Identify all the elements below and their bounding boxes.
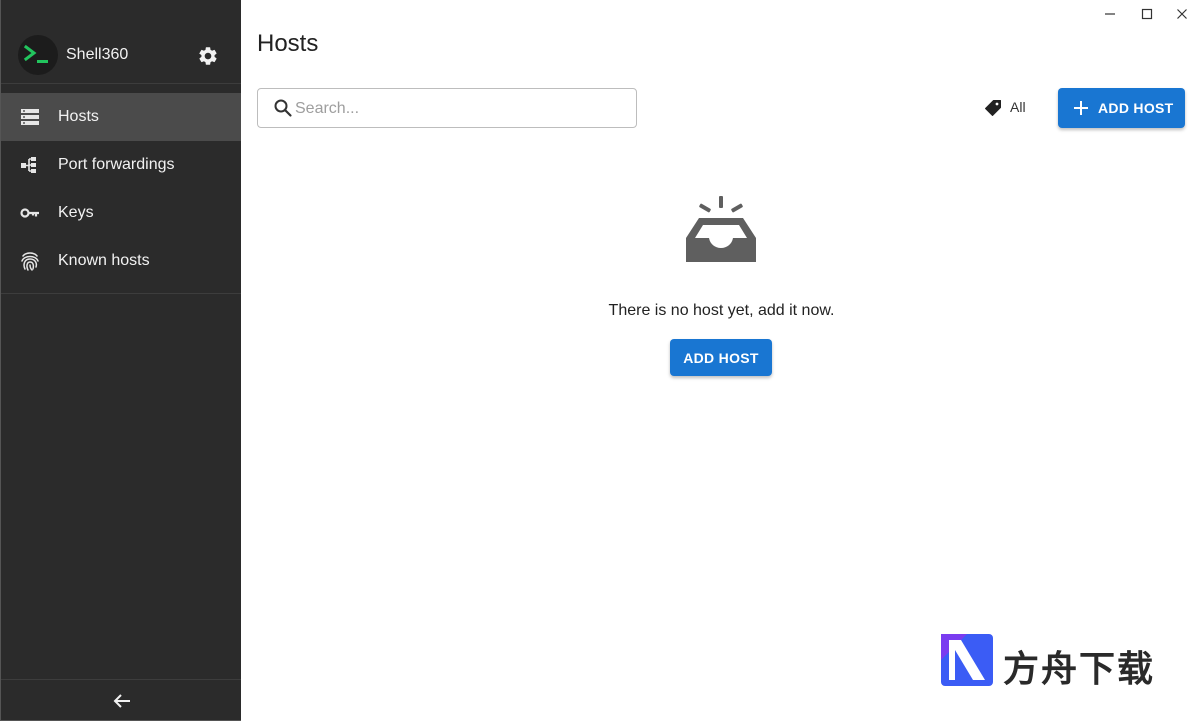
sidebar-item-known-hosts[interactable]: Known hosts: [1, 237, 241, 285]
add-host-button-label: ADD HOST: [683, 350, 759, 366]
window-close-button[interactable]: [1172, 4, 1192, 24]
sidebar-divider: [1, 293, 241, 294]
port-forward-icon: [19, 154, 41, 176]
settings-gear-icon[interactable]: [197, 45, 219, 67]
empty-state-message: There is no host yet, add it now.: [608, 302, 835, 319]
sidebar-footer: [1, 679, 241, 720]
add-host-button-label: ADD HOST: [1098, 100, 1174, 116]
search-input[interactable]: [295, 97, 625, 121]
brand-header: Shell360: [1, 0, 241, 84]
sidebar-item-label: Hosts: [58, 108, 99, 125]
sidebar-item-label: Keys: [58, 204, 94, 221]
sidebar-item-label: Port forwardings: [58, 156, 175, 173]
search-field[interactable]: [257, 88, 637, 128]
inbox-icon: [683, 194, 759, 266]
sidebar-nav: Hosts Port forwardings Keys Known hosts: [1, 93, 241, 285]
key-icon: [19, 202, 41, 224]
window-maximize-button[interactable]: [1137, 4, 1157, 24]
tag-icon: [984, 99, 1002, 117]
arrow-left-icon[interactable]: [110, 689, 134, 713]
watermark-logo-icon: [941, 634, 993, 686]
plus-icon: [1071, 98, 1091, 118]
search-icon: [273, 98, 293, 118]
sidebar-item-keys[interactable]: Keys: [1, 189, 241, 237]
sidebar-item-label: Known hosts: [58, 252, 150, 269]
page-title: Hosts: [257, 30, 319, 57]
app-name: Shell360: [66, 46, 129, 63]
server-icon: [19, 106, 41, 128]
empty-state-add-host-button[interactable]: ADD HOST: [670, 339, 772, 376]
sidebar-item-port-forwardings[interactable]: Port forwardings: [1, 141, 241, 189]
window-minimize-button[interactable]: [1100, 4, 1120, 24]
add-host-button[interactable]: ADD HOST: [1058, 88, 1185, 128]
watermark: 方舟下载: [941, 634, 1171, 690]
watermark-text: 方舟下载: [1003, 649, 1156, 690]
sidebar-item-hosts[interactable]: Hosts: [1, 93, 241, 141]
tag-filter-label: All: [1010, 99, 1026, 115]
fingerprint-icon: [19, 250, 41, 272]
sidebar: Shell360 Hosts Port forwardings Keys Kno…: [0, 0, 241, 721]
tag-filter-button[interactable]: All: [984, 96, 1044, 120]
app-logo: [18, 35, 58, 75]
terminal-prompt-icon: [24, 44, 48, 63]
